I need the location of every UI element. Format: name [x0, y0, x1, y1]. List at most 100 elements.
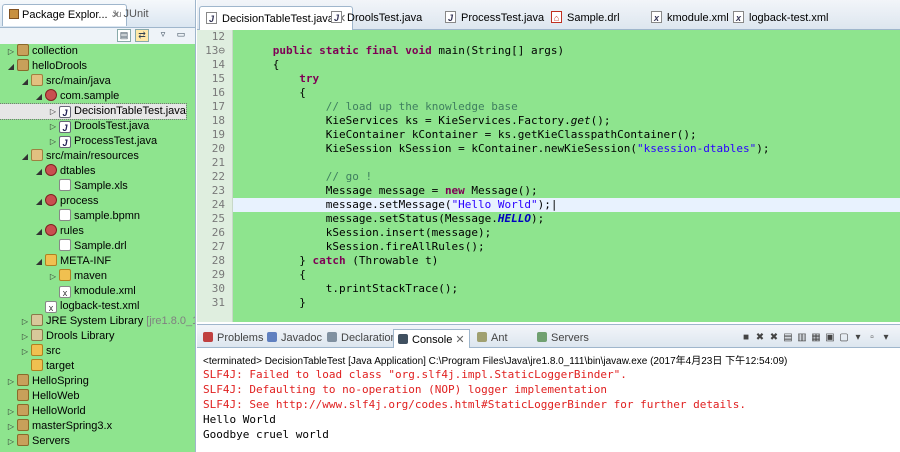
console-tool-icon[interactable]: ✖ — [754, 332, 766, 343]
console-toolbar: ■ ✖ ✖ ▤ ▥ ▦ ▣ ▢ ▾ ▫ ▾ — [738, 331, 892, 343]
tree-item[interactable]: ▷ maven — [0, 269, 107, 284]
tree-item[interactable]: ◢ helloDrools — [0, 59, 87, 74]
tree-item[interactable]: ▷ src — [0, 344, 61, 359]
expand-toggle-icon[interactable]: ▷ — [6, 419, 16, 434]
expand-toggle-icon[interactable]: ▷ — [6, 404, 16, 419]
tree-item[interactable]: sample.bpmn — [0, 209, 140, 224]
xml-file-icon: x — [59, 286, 71, 298]
tree-item[interactable]: x logback-test.xml — [0, 299, 139, 314]
tree-item[interactable]: ▷ HelloSpring — [0, 374, 89, 389]
close-icon[interactable]: ✕ — [452, 334, 464, 346]
expand-toggle-icon[interactable]: ▷ — [48, 269, 58, 284]
tree-item[interactable]: ◢ com.sample — [0, 89, 119, 104]
editor-tab[interactable]: J ProcessTest.java — [439, 6, 550, 30]
tree-item[interactable]: ▷ J ProcessTest.java — [0, 134, 157, 149]
tree-item[interactable]: ▷ J DecisionTableTest.java — [0, 103, 187, 120]
tree-item[interactable]: x kmodule.xml — [0, 284, 136, 299]
console-tool-icon[interactable]: ▤ — [782, 332, 794, 343]
expand-toggle-icon[interactable]: ◢ — [20, 74, 30, 89]
tree-item-label: target — [46, 360, 75, 372]
editor-tab[interactable]: J DroolsTest.java — [325, 6, 428, 30]
expand-toggle-icon[interactable]: ▷ — [48, 134, 58, 149]
console-tab[interactable]: Servers — [533, 329, 593, 348]
tree-item[interactable]: Sample.drl — [0, 239, 127, 254]
tree-item[interactable]: ▷ Drools Library — [0, 329, 114, 344]
link-editor-icon[interactable]: ⇄ — [135, 29, 149, 42]
collapse-all-icon[interactable]: ▤ — [117, 29, 131, 42]
editor-tab[interactable]: x kmodule.xml — [645, 6, 735, 30]
console-tool-icon[interactable]: ▣ — [824, 332, 836, 343]
tree-item[interactable]: ▷ collection — [0, 44, 78, 59]
tree-item[interactable]: ▷ HelloWorld — [0, 404, 86, 419]
line-number: 26 — [211, 226, 225, 239]
view-menu-icon[interactable]: ▿ — [156, 29, 170, 42]
code-line: try — [299, 72, 320, 85]
expand-toggle-icon[interactable]: ▷ — [20, 314, 30, 329]
tree-item[interactable]: ◢ src/main/java — [0, 74, 111, 89]
console-tool-icon[interactable]: ▢ — [838, 332, 850, 343]
editor-tab[interactable]: x logback-test.xml — [727, 6, 834, 30]
code-line: KieServices ks = KieServices.Factory.get… — [246, 114, 611, 127]
tree-item[interactable]: ◢ rules — [0, 224, 84, 239]
editor-tab-bar: JDecisionTableTest.java ✕JDroolsTest.jav… — [197, 0, 900, 30]
console-tool-icon[interactable]: ▦ — [810, 332, 822, 343]
expand-toggle-icon[interactable]: ◢ — [6, 59, 16, 74]
tree-item-suffix: [jre1.8.0_111 — [146, 315, 195, 327]
console-tool-icon[interactable]: ▾ — [880, 332, 892, 343]
tree-item-label: src/main/java — [46, 75, 111, 87]
tree-item[interactable]: ▷ masterSpring3.x — [0, 419, 112, 434]
package-explorer-panel: Package Explor... ✕ Ju JUnit ▤ ⇄ ▿ ▭ ▷ coll… — [0, 0, 196, 452]
console-tab[interactable]: Problems — [199, 329, 267, 348]
expand-toggle-icon[interactable]: ◢ — [34, 254, 44, 269]
java-file-icon: J — [445, 11, 456, 23]
expand-toggle-icon[interactable]: ▷ — [6, 44, 16, 59]
expand-toggle-icon[interactable]: ◢ — [34, 224, 44, 239]
line-number: 22 — [211, 170, 225, 183]
tab-package-explorer-label: Package Explor... — [22, 9, 108, 21]
tree-item[interactable]: target — [0, 359, 74, 374]
minimize-icon[interactable]: ▭ — [174, 29, 188, 42]
expand-toggle-icon[interactable]: ▷ — [20, 329, 30, 344]
tree-item[interactable]: ◢ META-INF — [0, 254, 111, 269]
console-tab[interactable]: Ant — [473, 329, 512, 348]
code-line: // go ! — [325, 170, 373, 183]
console-tool-icon[interactable]: ■ — [740, 332, 752, 343]
left-tab-bar: Package Explor... ✕ Ju JUnit — [0, 0, 195, 28]
expand-toggle-icon[interactable]: ▷ — [48, 104, 58, 119]
code-line: kSession.fireAllRules(); — [246, 240, 485, 253]
expand-toggle-icon[interactable]: ▷ — [6, 374, 16, 389]
tree-item[interactable]: HelloWeb — [0, 389, 80, 404]
tab-junit[interactable]: Ju JUnit — [106, 4, 155, 26]
tree-item[interactable]: ◢ src/main/resources — [0, 149, 139, 164]
code-line: t.printStackTrace(); — [246, 282, 459, 295]
code-line: kSession.insert(message); — [246, 226, 492, 239]
expand-toggle-icon[interactable]: ▷ — [20, 344, 30, 359]
console-tab-label: Javadoc — [281, 332, 322, 344]
tree-item[interactable]: ◢ process — [0, 194, 99, 209]
expand-toggle-icon[interactable]: ◢ — [34, 164, 44, 179]
console-tab[interactable]: Console ✕ — [393, 329, 470, 348]
console-tool-icon[interactable]: ✖ — [768, 332, 780, 343]
line-number: 30 — [211, 282, 225, 295]
console-tool-icon[interactable]: ▫ — [866, 332, 878, 343]
line-number: 21 — [211, 156, 225, 169]
expand-toggle-icon[interactable]: ◢ — [34, 89, 44, 104]
console-tab[interactable]: Javadoc — [263, 329, 326, 348]
tree-item[interactable]: ▷ JRE System Library [jre1.8.0_111 — [0, 314, 195, 329]
tree-item[interactable]: ▷ Servers — [0, 434, 70, 449]
code-editor[interactable]: 12 13⊖ public static final void main(Str… — [197, 30, 900, 322]
console-tool-icon[interactable]: ▾ — [852, 332, 864, 343]
expand-toggle-icon[interactable]: ◢ — [34, 194, 44, 209]
tree-item[interactable]: Sample.xls — [0, 179, 128, 194]
expand-toggle-icon[interactable]: ◢ — [20, 149, 30, 164]
tree-item[interactable]: ◢ dtables — [0, 164, 95, 179]
expand-toggle-icon[interactable]: ▷ — [48, 119, 58, 134]
tree-item[interactable]: ▷ J DroolsTest.java — [0, 119, 149, 134]
java-file-icon: J — [59, 121, 71, 133]
code-line: { — [246, 58, 280, 71]
console-tool-icon[interactable]: ▥ — [796, 332, 808, 343]
editor-tab[interactable]: ⌂ Sample.drl — [545, 6, 626, 30]
console-tab[interactable]: Declaration — [323, 329, 401, 348]
line-number: 14 — [211, 58, 225, 71]
expand-toggle-icon[interactable]: ▷ — [6, 434, 16, 449]
